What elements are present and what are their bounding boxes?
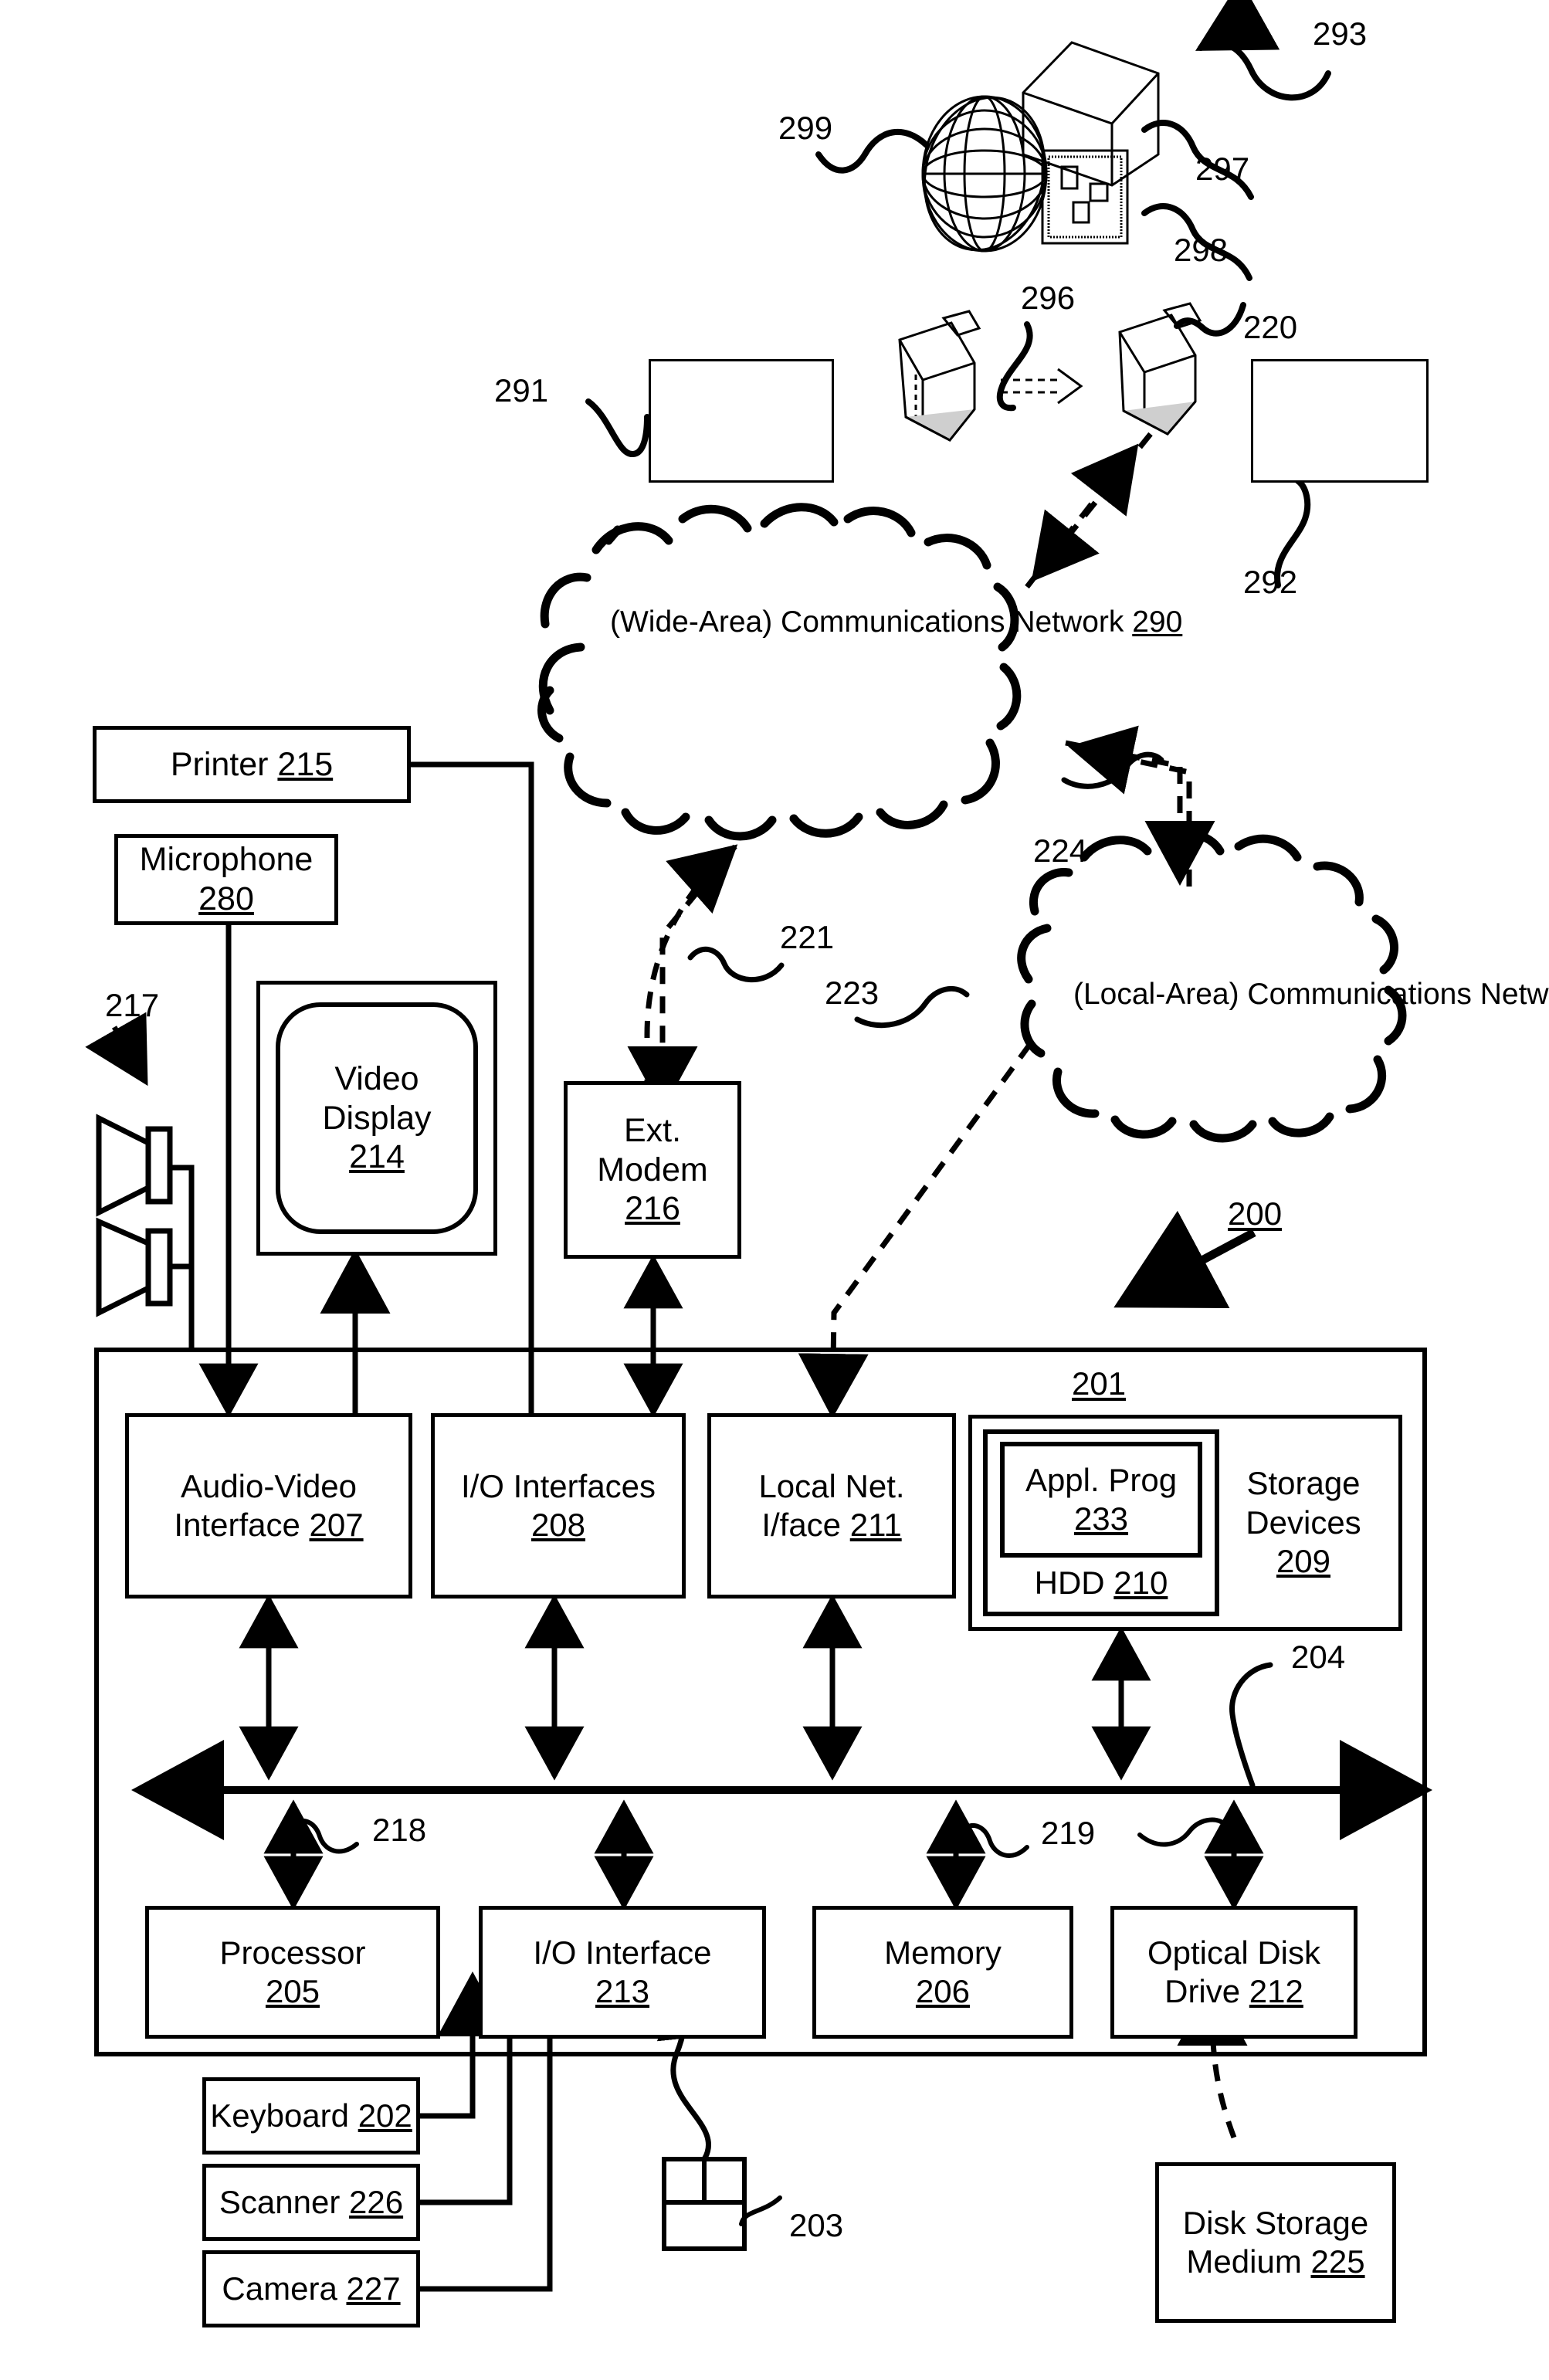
local-net-interface-line-1: Local Net. [758,1468,905,1505]
memory-label: Memory [884,1934,1002,1971]
hdd-label-row: HDD 210 [1035,1564,1168,1602]
storage-devices-line-2: Devices [1246,1504,1361,1541]
ref-298: 298 [1174,232,1229,268]
scanner-number: 226 [349,2184,404,2221]
ref-219: 219 [1041,1815,1096,1851]
scanner-label: Scanner [219,2184,341,2221]
lan-line-1: (Local-Area) [1073,978,1239,1011]
ext-modem-box[interactable]: Ext. Modem 216 [564,1081,741,1259]
io-interface-box[interactable]: I/O Interface 213 [479,1906,766,2039]
ref-224: 224 [1033,832,1088,869]
speaker-pair-icon [96,1114,173,1317]
lan-line-3: Network [1480,978,1549,1011]
ref-291: 291 [494,372,549,409]
camera-box[interactable]: Camera 227 [202,2250,420,2327]
local-net-interface-number: 211 [849,1507,902,1543]
processor-label: Processor [219,1934,366,1971]
optical-disk-drive-box[interactable]: Optical Disk Drive 212 [1110,1906,1357,2039]
ext-modem-line-1: Ext. [623,1111,682,1149]
wan-cloud-label: (Wide-Area) Communications Network 290 [610,602,1182,642]
ref-204: 204 [1291,1639,1346,1675]
thumbnail-frame-291 [649,359,834,483]
camera-label: Camera [222,2270,337,2307]
printer-label: Printer [170,745,269,783]
microphone-box[interactable]: Microphone 280 [114,834,338,925]
lan-line-2: Communications [1247,978,1472,1011]
disk-storage-medium-line-1: Disk Storage [1182,2205,1369,2242]
storage-devices-number: 209 [1276,1543,1331,1580]
processor-number: 205 [265,1973,320,2009]
camera-number: 227 [346,2270,401,2307]
thumbnail-frame-292 [1251,359,1429,483]
lan-cloud-label: (Local-Area) Communications Network 222 [1073,975,1549,1014]
appl-prog-box[interactable]: Appl. Prog 233 [1000,1442,1202,1558]
wan-line-2: Communications [781,605,1005,639]
audio-video-interface-line-1: Audio-Video [180,1468,358,1505]
ref-200: 200 [1228,1195,1283,1232]
local-net-interface-line-2: I/face [761,1507,842,1543]
video-display-line-1: Video [334,1059,419,1097]
keyboard-number: 202 [358,2097,412,2134]
ref-220: 220 [1243,309,1298,345]
io-interface-number: 213 [595,1973,650,2009]
ref-217: 217 [105,987,160,1023]
disk-storage-medium-line-2: Medium [1186,2243,1302,2280]
hdd-label: HDD [1034,1565,1105,1601]
audio-video-interface-number: 207 [309,1507,364,1543]
ref-218: 218 [372,1812,427,1848]
sphere-cube-scene-icon [921,41,1160,253]
processor-box[interactable]: Processor 205 [145,1906,440,2039]
printer-number: 215 [277,745,334,783]
printer-box[interactable]: Printer 215 [93,726,411,803]
io-interfaces-box[interactable]: I/O Interfaces 208 [431,1413,686,1599]
video-display-screen: Video Display 214 [276,1002,478,1234]
local-net-interface-box[interactable]: Local Net. I/face 211 [707,1413,956,1599]
storage-devices-caption: Storage Devices 209 [1219,1429,1388,1616]
storage-devices-box[interactable]: Appl. Prog 233 HDD 210 Storage Devices 2… [968,1415,1402,1631]
optical-disk-drive-line-2: Drive [1164,1973,1241,2009]
ref-292: 292 [1243,564,1298,600]
storage-devices-line-1: Storage [1246,1465,1361,1502]
wan-cloud-outline [537,503,1022,841]
ref-293: 293 [1313,15,1368,52]
wan-line-3: Network [1013,605,1124,639]
video-display-line-2: Display [322,1099,432,1137]
keyboard-label: Keyboard [210,2097,350,2134]
io-interface-label: I/O Interface [533,1934,712,1971]
ref-221: 221 [780,919,835,955]
scanner-box[interactable]: Scanner 226 [202,2164,420,2241]
appl-prog-label: Appl. Prog [1025,1462,1178,1499]
appl-prog-number: 233 [1073,1500,1129,1537]
disk-storage-medium-box[interactable]: Disk Storage Medium 225 [1155,2162,1396,2323]
memory-number: 206 [915,1973,971,2009]
wan-line-1: (Wide-Area) [610,605,773,639]
wan-number: 290 [1132,605,1183,639]
optical-disk-drive-line-1: Optical Disk [1147,1934,1321,1971]
hdd-number: 210 [1113,1565,1168,1601]
ext-modem-number: 216 [625,1190,680,1228]
computer-mouse-icon [662,2157,747,2251]
ref-201: 201 [1072,1365,1127,1402]
video-display-box[interactable]: Video Display 214 [256,981,497,1256]
ref-296: 296 [1021,280,1076,316]
video-display-number: 214 [349,1138,405,1176]
ref-203: 203 [789,2207,844,2243]
optical-disk-drive-number: 212 [1249,1973,1303,2009]
audio-video-interface-box[interactable]: Audio-Video Interface 207 [125,1413,412,1599]
memory-box[interactable]: Memory 206 [812,1906,1073,2039]
audio-video-interface-line-2: Interface [174,1507,300,1543]
microphone-label: Microphone [139,841,314,879]
patent-figure: 293 299 297 298 296 291 220 292 224 221 … [0,0,1549,2380]
disk-storage-medium-number: 225 [1310,2243,1365,2280]
io-interfaces-number: 208 [530,1507,586,1543]
microphone-number: 280 [198,880,254,917]
handheld-device-left-icon [898,310,981,442]
keyboard-box[interactable]: Keyboard 202 [202,2077,420,2155]
hdd-box[interactable]: Appl. Prog 233 HDD 210 [983,1429,1219,1616]
ref-297: 297 [1195,151,1250,187]
io-interfaces-label: I/O Interfaces [460,1468,656,1505]
ext-modem-line-2: Modem [597,1151,708,1188]
ref-299: 299 [778,110,833,146]
ref-223: 223 [825,975,880,1011]
